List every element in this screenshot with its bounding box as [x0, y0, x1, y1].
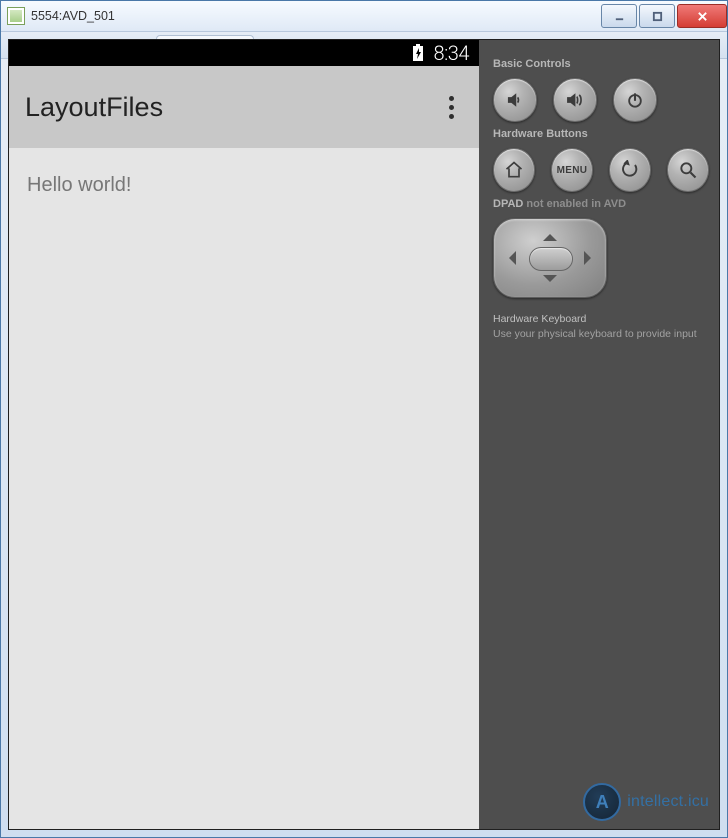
- android-statusbar: 8:34: [9, 40, 479, 66]
- back-button[interactable]: [609, 148, 651, 192]
- home-button[interactable]: [493, 148, 535, 192]
- watermark-badge: A: [583, 783, 621, 821]
- os-window: 5554:AVD_501 activity_main.xml 8:34: [0, 0, 728, 838]
- hardware-keyboard-subtitle: Use your physical keyboard to provide in…: [493, 327, 709, 342]
- window-body: 8:34 LayoutFiles Hello world! Basic Cont…: [1, 59, 727, 837]
- app-title: LayoutFiles: [25, 92, 439, 123]
- hello-world-label: Hello world!: [27, 174, 461, 197]
- volume-up-icon: [565, 90, 585, 110]
- emulator-control-panel: Basic Controls Hardware Buttons: [479, 40, 719, 829]
- dot-icon: [449, 105, 454, 110]
- dot-icon: [449, 96, 454, 101]
- emulator-frame: 8:34 LayoutFiles Hello world! Basic Cont…: [8, 39, 720, 830]
- window-titlebar[interactable]: 5554:AVD_501: [1, 1, 727, 32]
- home-icon: [504, 160, 524, 180]
- maximize-button[interactable]: [639, 4, 675, 28]
- minimize-icon: [614, 11, 625, 22]
- dpad-control: [493, 218, 607, 298]
- close-button[interactable]: [677, 4, 727, 28]
- watermark-text: intellect.icu: [627, 793, 709, 811]
- dpad-heading: DPAD not enabled in AVD: [493, 198, 709, 210]
- hardware-buttons-heading: Hardware Buttons: [493, 128, 709, 140]
- dpad-disabled-text: not enabled in AVD: [526, 198, 626, 210]
- dpad-down-icon: [543, 275, 557, 289]
- overflow-menu-button[interactable]: [439, 96, 463, 119]
- volume-down-icon: [505, 90, 525, 110]
- dpad-label-text: DPAD: [493, 198, 523, 210]
- dpad-right-icon: [584, 251, 598, 265]
- volume-down-button[interactable]: [493, 78, 537, 122]
- window-title: 5554:AVD_501: [31, 9, 115, 23]
- dpad-left-icon: [502, 251, 516, 265]
- hardware-keyboard-section: Hardware Keyboard Use your physical keyb…: [493, 312, 709, 341]
- power-button[interactable]: [613, 78, 657, 122]
- maximize-icon: [652, 11, 663, 22]
- close-icon: [697, 11, 708, 22]
- app-action-bar: LayoutFiles: [9, 66, 479, 148]
- app-icon: [7, 7, 25, 25]
- basic-controls-heading: Basic Controls: [493, 58, 709, 70]
- dpad-up-icon: [543, 227, 557, 241]
- watermark: A intellect.icu: [583, 783, 709, 821]
- search-icon: [678, 160, 698, 180]
- minimize-button[interactable]: [601, 4, 637, 28]
- dot-icon: [449, 114, 454, 119]
- battery-charging-icon: [412, 44, 424, 62]
- dpad-center-button: [529, 247, 573, 271]
- volume-up-button[interactable]: [553, 78, 597, 122]
- device-screen: 8:34 LayoutFiles Hello world!: [9, 40, 479, 829]
- app-content-area[interactable]: Hello world!: [9, 148, 479, 829]
- power-icon: [625, 90, 645, 110]
- menu-button[interactable]: MENU: [551, 148, 593, 192]
- back-icon: [620, 160, 640, 180]
- basic-controls-row: [493, 78, 709, 122]
- statusbar-clock: 8:34: [434, 41, 469, 65]
- search-button[interactable]: [667, 148, 709, 192]
- hardware-keyboard-heading: Hardware Keyboard: [493, 312, 709, 327]
- hardware-buttons-row: MENU: [493, 148, 709, 192]
